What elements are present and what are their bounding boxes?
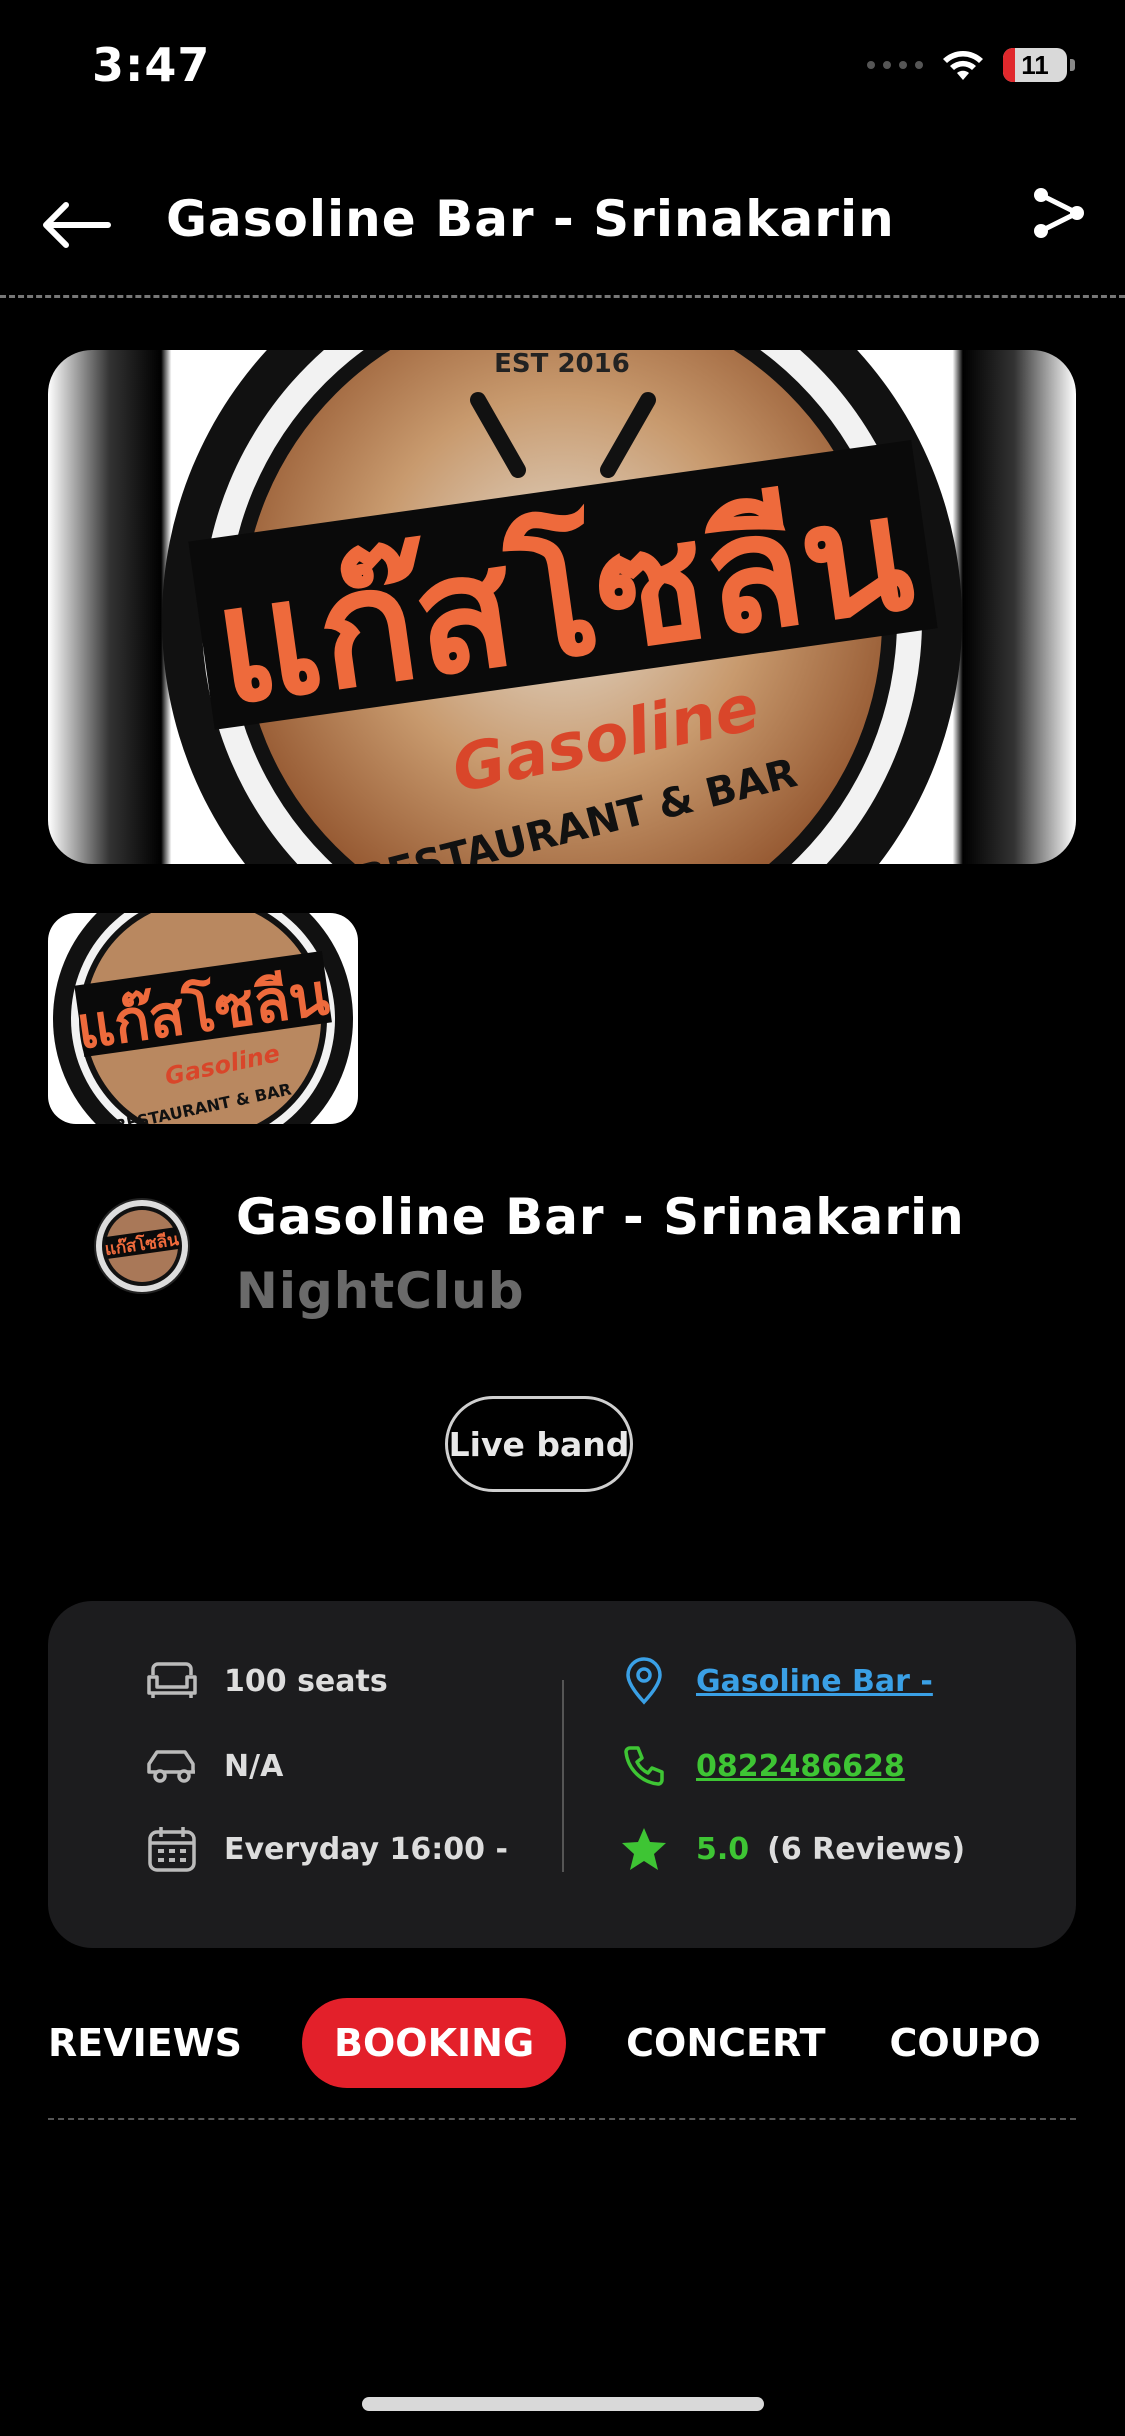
review-count: (6 Reviews) [767,1831,966,1867]
gallery-thumbnail[interactable]: แก๊สโซลีน Gasoline RESTAURANT & BAR [48,913,358,1124]
header-divider [0,295,1125,298]
back-button[interactable] [40,190,130,260]
location-pin-icon [616,1657,672,1705]
tag-chip[interactable]: Live band [445,1396,633,1492]
hours-info: Everyday 16:00 - [144,1826,508,1872]
venue-logo-image: EST 2016 แก๊สโซลีน Gasoline RESTAURANT &… [162,350,962,864]
hours-text: Everyday 16:00 - [224,1831,508,1867]
est-text: EST 2016 [494,350,630,379]
phone-link[interactable]: 0822486628 [616,1743,905,1789]
phone-text[interactable]: 0822486628 [696,1749,905,1784]
tab-concert[interactable]: CONCERT [594,1998,857,2088]
sofa-icon [144,1658,200,1704]
parking-info: N/A [144,1743,283,1789]
venue-type: NightClub [236,1262,525,1320]
star-icon [616,1826,672,1872]
cellular-signal-icon [867,61,923,69]
info-card-divider [562,1680,564,1872]
battery-level: 11 [1021,49,1049,80]
share-button[interactable] [1029,185,1089,245]
tab-divider [48,2118,1076,2120]
status-icons: 11 [867,48,1075,82]
phone-icon [616,1743,672,1789]
venue-name: Gasoline Bar - Srinakarin [236,1188,965,1246]
section-tabs: REVIEWS BOOKING CONCERT COUPO [48,1998,1078,2088]
seats-info: 100 seats [144,1658,388,1704]
rating-info[interactable]: 5.0 (6 Reviews) [616,1826,965,1872]
rating-value: 5.0 [696,1831,750,1867]
car-icon [144,1743,200,1789]
venue-avatar: แก๊สโซลีน [94,1198,190,1294]
arrow-left-icon [43,202,111,248]
status-time: 3:47 [92,38,211,92]
share-icon [1034,188,1084,238]
seats-text: 100 seats [224,1663,388,1699]
battery-icon: 11 [1003,48,1067,82]
venue-logo-thumbnail: แก๊สโซลีน Gasoline RESTAURANT & BAR [53,913,353,1124]
venue-hero-image[interactable]: EST 2016 แก๊สโซลีน Gasoline RESTAURANT &… [48,350,1076,864]
page-title: Gasoline Bar - Srinakarin [166,190,895,248]
tab-booking[interactable]: BOOKING [302,1998,567,2088]
parking-text: N/A [224,1748,284,1784]
calendar-icon [144,1826,200,1872]
wifi-icon [943,51,983,80]
address-link[interactable]: Gasoline Bar - [616,1657,933,1705]
home-indicator[interactable] [362,2397,764,2411]
address-text[interactable]: Gasoline Bar - [696,1664,933,1699]
tab-reviews[interactable]: REVIEWS [48,1998,274,2088]
tab-coupon[interactable]: COUPO [858,1998,1073,2088]
